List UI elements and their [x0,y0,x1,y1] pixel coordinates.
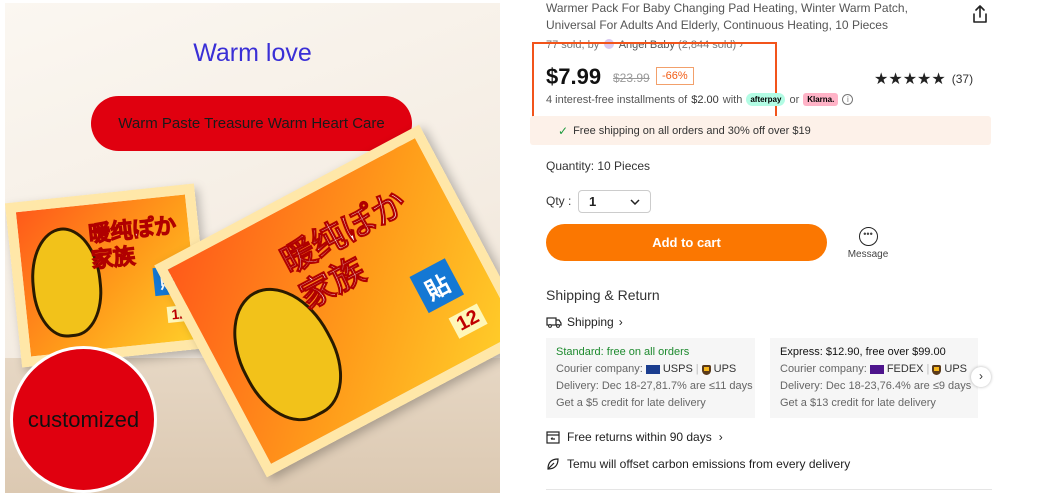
express-delivery: Delivery: Dec 18-23,76.4% are ≤9 days [780,380,972,392]
express-courier-row: Courier company: FEDEX | UPS [780,361,968,378]
carrier-usps: USPS [662,363,693,375]
standard-credit: Get a $5 credit for late delivery [556,397,706,409]
carrier-fedex: FEDEX [886,363,924,375]
message-button[interactable]: ••• Message [846,227,890,260]
quantity-text: Quantity: 10 Pieces [546,159,651,173]
installments-amount: $2.00 [691,93,719,106]
free-returns-link[interactable]: Free returns within 90 days › [546,430,723,444]
free-shipping-banner: ✓ Free shipping on all orders and 30% of… [530,116,991,145]
product-image[interactable]: Warm love Warm Paste Treasure Warm Heart… [5,3,500,493]
shipping-link-label: Shipping [567,315,614,329]
standard-shipping-title: Standard: free on all orders [556,346,690,358]
installments-or: or [789,93,800,106]
check-icon: ✓ [558,123,569,138]
ups-logo-icon [701,364,711,375]
image-headline: Warm love [193,39,312,67]
qty-label: Qty : [546,194,572,208]
pack-tag: 貼 [409,258,465,314]
qty-select[interactable]: 1 [578,190,651,213]
courier-label: Courier company: [780,363,867,375]
standard-courier-row: Courier company: USPS | UPS [556,361,745,378]
carbon-offset-text: Temu will offset carbon emissions from e… [567,457,851,471]
return-box-icon [546,430,560,444]
share-icon[interactable] [970,4,990,24]
info-icon[interactable]: i [842,94,854,105]
free-returns-text: Free returns within 90 days [567,430,712,444]
shipping-return-title: Shipping & Return [546,287,660,303]
installments-text: 4 interest-free installments of [546,93,688,106]
rating-stars-icon: ★★★★★ [874,71,946,88]
truck-icon [546,317,562,328]
free-shipping-text: Free shipping on all orders and 30% off … [573,124,811,137]
carrier-ups: UPS [944,363,967,375]
afterpay-logo[interactable]: afterpay [746,93,786,106]
shipping-chevron-icon: › [618,315,623,329]
chat-bubble-icon: ••• [858,227,878,246]
leaf-icon [547,458,559,470]
standard-shipping-card: Standard: free on all orders Courier com… [546,338,755,418]
klarna-logo[interactable]: Klarna. [803,93,839,106]
carbon-offset-line: Temu will offset carbon emissions from e… [546,457,850,471]
rating-count: (37) [951,72,974,86]
installments-with: with [722,93,743,106]
courier-label: Courier company: [556,363,643,375]
chevron-down-icon [630,198,640,205]
discount-badge: -66% [656,67,694,85]
express-shipping-card: Express: $12.90, free over $99.00 Courie… [770,338,978,418]
carrier-ups: UPS [713,363,737,375]
pack-count: 12 [448,303,488,339]
ups-logo-icon [932,364,942,375]
fedex-logo-icon [869,365,884,374]
customized-badge: customized [10,346,157,493]
image-banner: Warm Paste Treasure Warm Heart Care [91,96,412,151]
add-to-cart-button[interactable]: Add to cart [546,224,827,261]
usps-logo-icon [645,365,660,374]
message-label: Message [847,249,889,260]
qty-value: 1 [589,194,597,209]
next-arrow-icon[interactable]: › [971,367,991,387]
product-title: Warmer Pack For Baby Changing Pad Heatin… [546,1,908,32]
divider [546,489,992,490]
express-credit: Get a $13 credit for late delivery [780,397,936,409]
current-price: $7.99 [546,64,602,89]
rating[interactable]: ★★★★★ (37) [874,69,973,89]
standard-delivery: Delivery: Dec 18-27,81.7% are ≤11 days [556,380,753,392]
installments-line: 4 interest-free installments of $2.00 wi… [546,93,854,106]
shipping-link[interactable]: Shipping › [546,315,623,329]
express-shipping-title: Express: $12.90, free over $99.00 [780,346,946,358]
returns-chevron-icon: › [718,430,723,444]
original-price: $23.99 [613,71,650,85]
